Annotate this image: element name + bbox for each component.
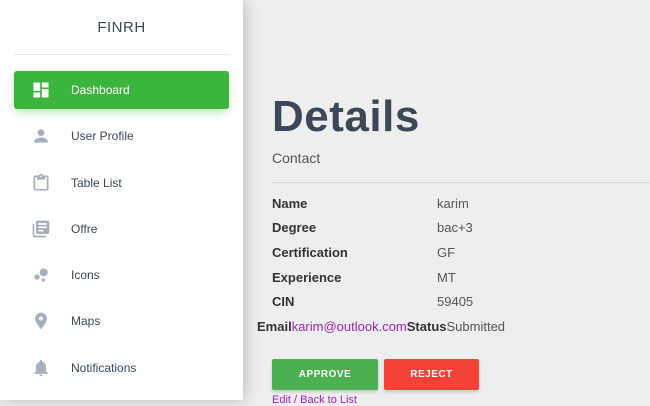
brand-logo[interactable]: FINRH — [14, 0, 229, 55]
page-subtitle: Contact — [272, 150, 321, 166]
detail-label: Degree — [272, 220, 317, 235]
main-content: Details Contact Name karim Degree bac+3 … — [243, 0, 650, 406]
divider — [272, 182, 650, 183]
sidebar-item-label: Maps — [71, 314, 101, 329]
sidebar-item-label: Notifications — [71, 360, 137, 375]
clipboard-icon — [31, 173, 51, 193]
sidebar-item-icons[interactable]: Icons — [14, 256, 229, 294]
detail-label: CIN — [272, 294, 295, 309]
page-title: Details — [272, 92, 420, 141]
status-value: Submitted — [446, 319, 506, 334]
reject-button[interactable]: REJECT — [384, 359, 479, 390]
sidebar-item-offre[interactable]: Offre — [14, 210, 229, 248]
sidebar-item-label: Offre — [71, 221, 98, 236]
status-label: Status — [406, 319, 447, 334]
detail-value: MT — [437, 270, 456, 285]
edit-back-link[interactable]: Edit / Back to List — [272, 394, 357, 406]
location-pin-icon — [31, 311, 51, 331]
detail-value: GF — [437, 245, 456, 260]
sidebar-item-user-profile[interactable]: User Profile — [14, 117, 229, 155]
sidebar: FINRH Dashboard User Profile Table List … — [0, 0, 243, 400]
dashboard-icon — [31, 80, 51, 100]
person-icon — [31, 126, 51, 146]
bubble-chart-icon — [31, 265, 51, 285]
detail-value: karim — [437, 196, 469, 211]
detail-label: Experience — [272, 270, 342, 285]
approve-button[interactable]: APPROVE — [272, 359, 378, 390]
detail-label: Name — [272, 196, 308, 211]
email-status-row: Emailkarim@outlook.comStatusSubmitted — [257, 319, 505, 334]
sidebar-item-maps[interactable]: Maps — [14, 302, 229, 340]
sidebar-item-dashboard[interactable]: Dashboard — [14, 71, 229, 109]
email-label: Email — [257, 319, 292, 334]
email-value[interactable]: karim@outlook.com — [292, 319, 407, 334]
sidebar-item-notifications[interactable]: Notifications — [14, 349, 229, 387]
sidebar-item-label: Icons — [71, 268, 100, 283]
sidebar-item-label: Dashboard — [71, 83, 130, 97]
sidebar-item-label: Table List — [71, 175, 122, 190]
sidebar-item-table-list[interactable]: Table List — [14, 164, 229, 202]
detail-label: Certification — [272, 245, 348, 260]
sidebar-nav: Dashboard User Profile Table List Offre … — [0, 55, 243, 387]
detail-value: bac+3 — [437, 220, 473, 235]
sidebar-item-label: User Profile — [71, 129, 134, 144]
library-books-icon — [31, 219, 51, 239]
detail-value: 59405 — [437, 294, 474, 309]
bell-icon — [31, 358, 51, 378]
